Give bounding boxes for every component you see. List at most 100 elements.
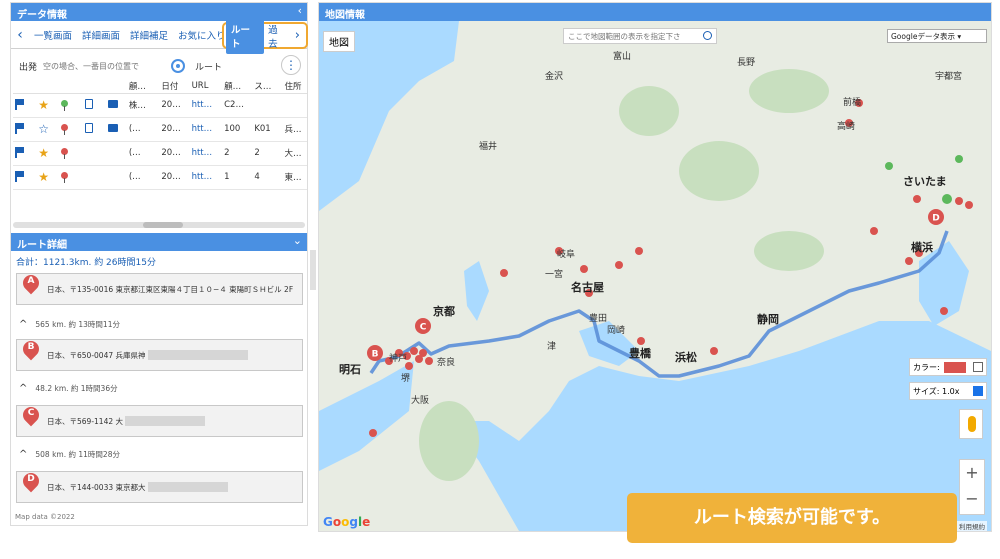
tab-highlight-group: ルート 過去 ›: [222, 17, 308, 54]
street-view-pegman-icon[interactable]: [959, 409, 983, 439]
route-select[interactable]: ルート: [195, 60, 222, 73]
size-control[interactable]: サイズ: 1.0x: [909, 382, 987, 400]
chevron-up-icon[interactable]: ^: [19, 319, 27, 330]
start-row: 出発 ルート ⋮: [11, 53, 307, 79]
cell-url[interactable]: htt…: [189, 165, 223, 190]
table-row[interactable]: ★ (… 20… htt… 1 4 東…: [13, 165, 307, 190]
document-icon[interactable]: [84, 122, 93, 133]
col-header-customer2[interactable]: 顧…: [222, 79, 253, 94]
flag-icon[interactable]: [15, 122, 24, 134]
col-header-date[interactable]: 日付: [159, 79, 190, 94]
tab-prev-arrow-icon[interactable]: ‹: [11, 27, 29, 43]
cell-customer2: C2…: [222, 93, 253, 118]
route-marker-b[interactable]: B: [367, 345, 383, 361]
color-control[interactable]: カラー:: [909, 358, 987, 376]
size-checkbox[interactable]: [973, 386, 983, 396]
tab-detail-view[interactable]: 詳細画面: [77, 28, 125, 42]
route-marker-c[interactable]: C: [415, 318, 431, 334]
route-stop-c[interactable]: C 日本、〒569-1142 大: [16, 403, 303, 437]
tab-route[interactable]: ルート: [226, 17, 265, 54]
color-checkbox[interactable]: [973, 362, 983, 372]
map-label: 津: [547, 342, 557, 352]
app-root: データ情報 ‹ ‹ 一覧画面 詳細画面 詳細補足 お気に入り ルート 過去 › …: [0, 0, 1000, 559]
flag-icon[interactable]: [15, 170, 24, 182]
marker-a-icon: A: [19, 271, 43, 303]
star-icon[interactable]: ★: [38, 98, 49, 112]
color-swatch[interactable]: [944, 362, 966, 373]
tab-history[interactable]: 過去: [264, 22, 291, 50]
route-stop-b[interactable]: B 日本、〒650-0047 兵庫県神: [16, 337, 303, 371]
marker-b-icon: B: [19, 337, 43, 369]
chevron-up-icon[interactable]: ^: [19, 383, 27, 394]
redacted-text: [147, 482, 228, 492]
tab-bar: ‹ 一覧画面 詳細画面 詳細補足 お気に入り ルート 過去 ›: [11, 17, 308, 54]
zoom-control[interactable]: + −: [959, 459, 985, 515]
table-scrollbar[interactable]: [13, 222, 305, 228]
svg-text:D: D: [932, 214, 939, 224]
search-icon[interactable]: [703, 31, 712, 40]
map-label: 前橋: [843, 98, 862, 108]
cell-url[interactable]: htt…: [189, 93, 223, 118]
lake-biwa: [464, 261, 489, 321]
flag-icon[interactable]: [15, 98, 24, 110]
map-pin-icon[interactable]: [61, 124, 69, 135]
cell-url[interactable]: htt…: [189, 141, 223, 166]
map-canvas[interactable]: B C D 富山 金沢 福井 岐阜 名古屋 一宮 京都 大阪 神戸 明石 堺 奈…: [319, 21, 991, 531]
toast-banner: ルート検索が可能です。: [627, 493, 957, 543]
chevron-left-icon[interactable]: ‹: [298, 4, 302, 17]
map-label: 浜松: [675, 351, 697, 364]
scrollbar-thumb[interactable]: [143, 222, 183, 228]
map-pin-icon[interactable]: [61, 100, 69, 111]
map-data-credit: Map data ©2022: [15, 513, 75, 521]
memo-icon[interactable]: [107, 123, 118, 132]
zoom-out-button[interactable]: −: [960, 486, 984, 512]
google-data-select[interactable]: Googleデータ表示 ▾: [887, 29, 987, 43]
sea-inland: [319, 361, 414, 471]
cell-date: 20…: [159, 165, 190, 190]
col-header-customer[interactable]: 顧…: [126, 79, 160, 94]
route-leg: ^ 565 km. 約 13時間11分: [19, 319, 120, 330]
table-row[interactable]: ★ (… 20… htt… 2 2 大…: [13, 141, 307, 166]
map-search-input[interactable]: [563, 28, 717, 44]
route-marker-d[interactable]: D: [928, 209, 944, 225]
more-options-icon[interactable]: ⋮: [281, 55, 301, 75]
tab-list-view[interactable]: 一覧画面: [29, 28, 77, 42]
route-stop-d[interactable]: D 日本、〒144-0033 東京都大: [16, 469, 303, 503]
svg-text:C: C: [420, 323, 427, 333]
panel-splitter[interactable]: [310, 250, 316, 290]
locate-icon[interactable]: [171, 59, 186, 73]
terms-link[interactable]: 利用規約: [957, 521, 987, 531]
star-icon[interactable]: ★: [38, 146, 49, 160]
start-input[interactable]: [43, 57, 168, 75]
star-icon[interactable]: ☆: [38, 122, 49, 136]
table-row[interactable]: ☆ (… 20… htt… 100 K01 兵…: [13, 117, 307, 142]
map-type-button[interactable]: 地図: [323, 31, 355, 52]
cell-status: K01: [252, 117, 283, 142]
route-detail-title: ルート詳細: [17, 240, 67, 251]
map-label: 大阪: [411, 396, 430, 406]
map-pin-icon[interactable]: [61, 148, 69, 159]
stop-address: 日本、〒569-1142 大: [47, 416, 123, 426]
col-header-status[interactable]: ス…: [252, 79, 283, 94]
map-label: 豊橋: [629, 347, 651, 360]
zoom-in-button[interactable]: +: [960, 460, 984, 486]
tab-detail-extra[interactable]: 詳細補足: [125, 28, 173, 42]
col-header-url[interactable]: URL: [189, 79, 223, 94]
document-icon[interactable]: [84, 98, 93, 109]
table-row[interactable]: ★ 株… 20… htt… C2…: [13, 93, 307, 118]
table-body: ★ 株… 20… htt… C2… ☆ (… 20… htt… 100 K01 兵… ★ (… 20… htt…: [13, 93, 307, 190]
memo-icon[interactable]: [107, 99, 118, 108]
flag-icon[interactable]: [15, 146, 24, 158]
map-label: 京都: [433, 305, 455, 318]
tab-next-arrow-icon[interactable]: ›: [291, 28, 304, 43]
cell-url[interactable]: htt…: [189, 117, 223, 142]
chevron-up-icon[interactable]: ^: [19, 449, 27, 460]
route-stop-a[interactable]: A 日本、〒135-0016 東京都江東区東陽４丁目１０−４ 東陽町ＳＨビル 2…: [16, 271, 303, 305]
map-pin-icon[interactable]: [61, 172, 69, 183]
star-icon[interactable]: ★: [38, 170, 49, 184]
col-header-address[interactable]: 住所: [282, 79, 307, 94]
chevron-down-icon[interactable]: ⌄: [293, 234, 302, 247]
google-logo: Google: [323, 515, 371, 529]
route-leg: ^ 508 km. 約 11時間28分: [19, 449, 120, 460]
data-table: 顧… 日付 URL 顧… ス… 住所 ★ 株… 20… htt… C2… ☆ (… 20… ht…: [13, 79, 307, 190]
